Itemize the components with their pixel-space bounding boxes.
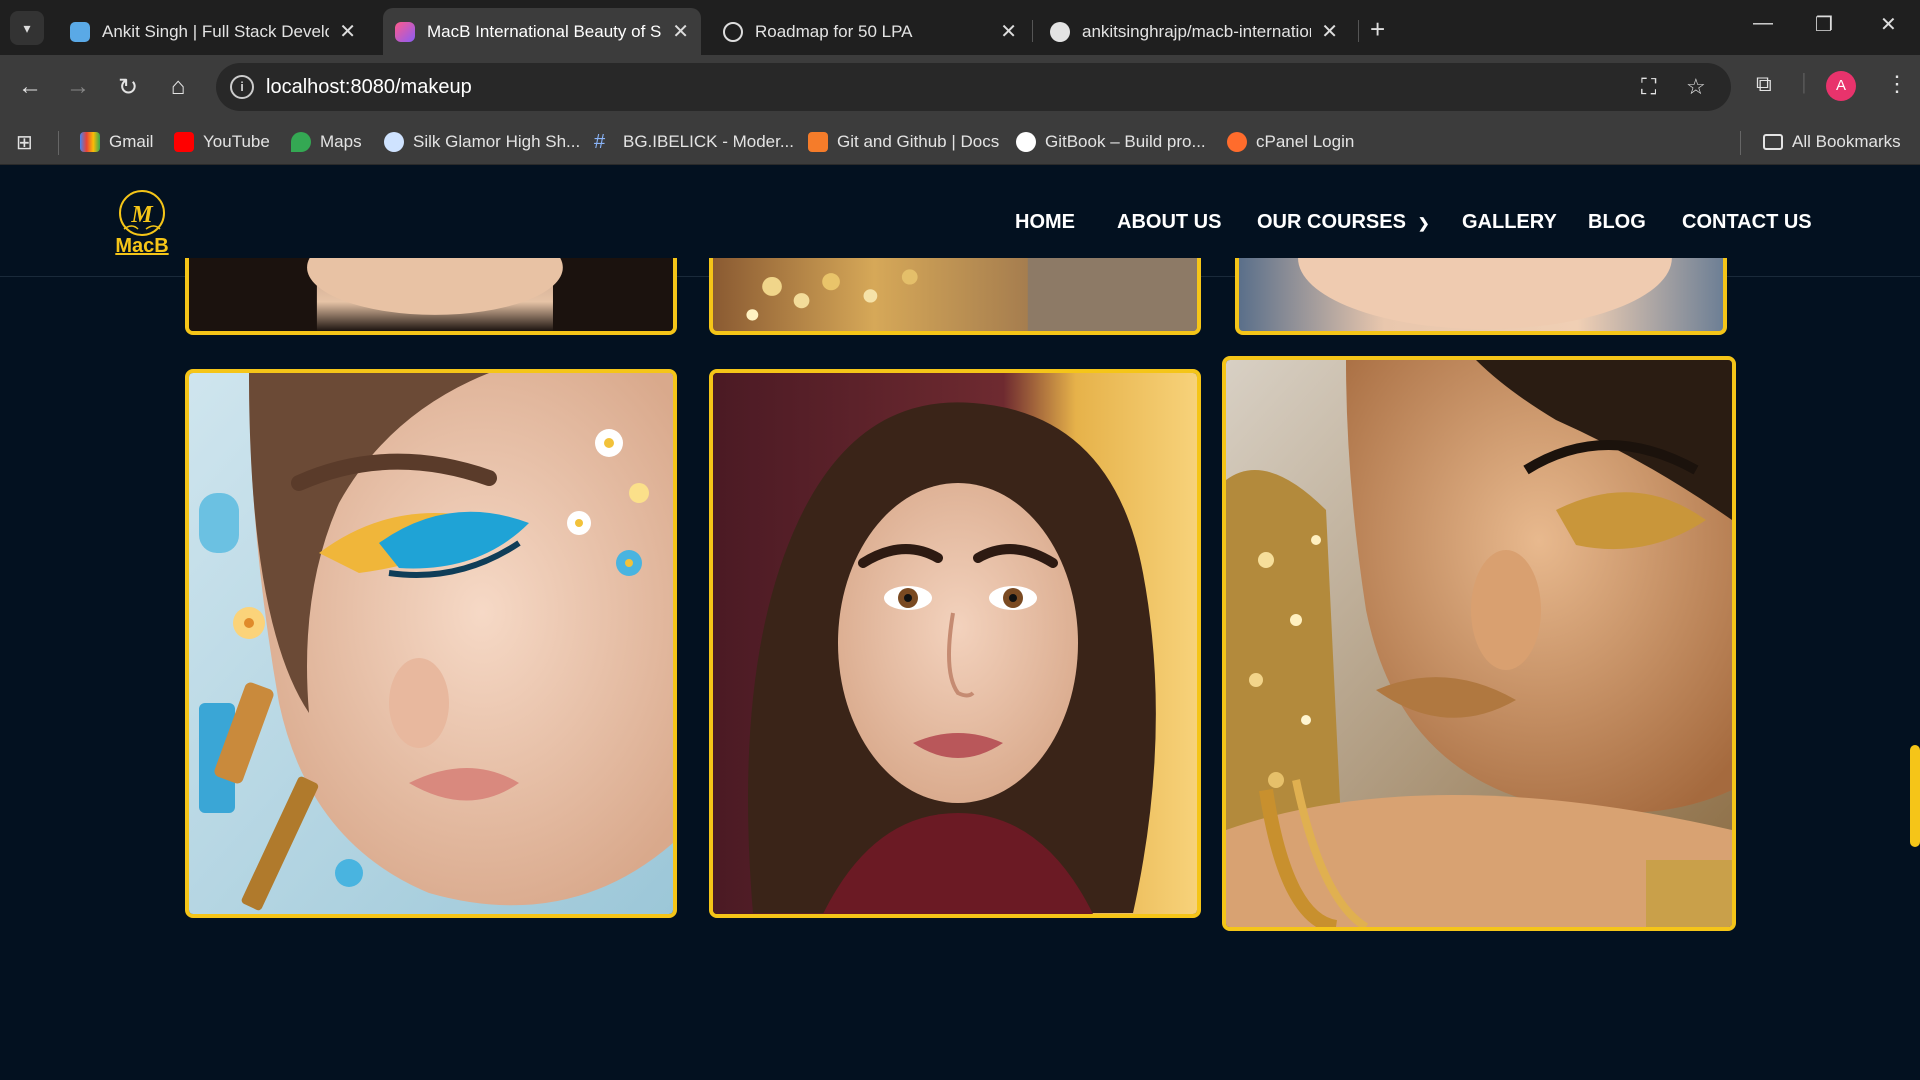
nav-about-us[interactable]: ABOUT US	[1117, 211, 1221, 234]
nav-blog[interactable]: BLOG	[1588, 211, 1646, 234]
reload-icon[interactable]: ↻	[110, 69, 146, 105]
tab-macb[interactable]: MacB International Beauty of School ✕	[383, 8, 701, 55]
close-icon[interactable]: ✕	[1000, 19, 1017, 44]
bookmark-divider	[1740, 131, 1741, 155]
maps-pin-icon	[291, 132, 311, 152]
nav-gallery[interactable]: GALLERY	[1462, 211, 1557, 234]
gallery-image[interactable]	[185, 369, 677, 918]
extensions-icon[interactable]: ⧉	[1756, 71, 1772, 97]
tab-github[interactable]: ankitsinghrajp/macb-international ✕	[1038, 8, 1350, 55]
macb-favicon-icon	[395, 21, 415, 42]
tab-title: Ankit Singh | Full Stack Developer	[102, 21, 329, 41]
scrollbar-thumb[interactable]	[1910, 745, 1920, 847]
tab-title: ankitsinghrajp/macb-international	[1082, 21, 1312, 41]
tab-search-button[interactable]: ▾	[10, 11, 44, 45]
gallery-image[interactable]	[709, 258, 1201, 335]
browser-toolbar: ← → ↻ ⌂ i localhost:8080/makeup ⛶ ☆ ⧉ | …	[0, 55, 1920, 119]
bookmark-git-github[interactable]: Git and Github | Docs	[808, 127, 999, 157]
bookmark-silk-glamor[interactable]: Silk Glamor High Sh...	[384, 127, 580, 157]
tab-portfolio[interactable]: Ankit Singh | Full Stack Developer ✕	[58, 8, 368, 55]
bookmarks-bar: ⊞ Gmail YouTube Maps Silk Glamor High Sh…	[0, 119, 1920, 165]
nav-our-courses[interactable]: OUR COURSES ❯	[1257, 211, 1430, 234]
all-bookmarks-button[interactable]: All Bookmarks	[1763, 127, 1901, 157]
nav-contact-us[interactable]: CONTACT US	[1682, 211, 1812, 234]
site-info-icon[interactable]: i	[230, 75, 254, 99]
close-icon[interactable]: ✕	[1321, 19, 1338, 44]
restore-icon[interactable]: ❐	[1815, 12, 1833, 37]
bookmark-divider	[58, 131, 59, 155]
tab-title: Roadmap for 50 LPA	[755, 21, 913, 41]
blue-eyeshadow-portrait-image	[189, 373, 673, 914]
tab-divider	[1358, 20, 1359, 42]
browser-tab-strip: ▾ Ankit Singh | Full Stack Developer ✕ M…	[0, 0, 1920, 55]
github-icon	[1050, 21, 1070, 42]
url-text[interactable]: localhost:8080/makeup	[266, 76, 472, 99]
gallery-image[interactable]	[1222, 356, 1736, 931]
gold-jewelry-image	[746, 258, 1197, 331]
brunette-portrait-image	[713, 373, 1197, 914]
portfolio-favicon-icon	[70, 21, 90, 42]
more-menu-icon[interactable]: ⋮	[1886, 71, 1908, 97]
portrait-image	[189, 258, 673, 331]
close-icon[interactable]: ✕	[339, 19, 356, 44]
home-icon[interactable]: ⌂	[160, 69, 196, 105]
gitbook-icon	[1016, 132, 1036, 152]
close-icon[interactable]: ✕	[672, 19, 689, 44]
close-window-icon[interactable]: ✕	[1880, 12, 1897, 37]
silk-glamor-icon	[384, 132, 404, 152]
address-bar[interactable]: i localhost:8080/makeup ⛶ ☆	[216, 63, 1731, 111]
folder-icon	[1763, 134, 1783, 150]
gmail-icon	[80, 132, 100, 152]
bookmark-gmail[interactable]: Gmail	[80, 127, 153, 157]
bookmark-bg-ibelick[interactable]: # BG.IBELICK - Moder...	[594, 127, 794, 157]
git-docs-icon	[808, 132, 828, 152]
avatar[interactable]: A	[1826, 71, 1856, 101]
chatgpt-icon	[723, 21, 743, 42]
youtube-icon	[174, 132, 194, 152]
back-arrow-icon[interactable]: ←	[12, 69, 48, 105]
bookmark-gitbook[interactable]: GitBook – Build pro...	[1016, 127, 1206, 157]
gold-makeup-portrait-image	[1226, 360, 1732, 927]
new-tab-button[interactable]: +	[1370, 14, 1385, 45]
svg-text:M: M	[130, 202, 154, 228]
bookmark-cpanel[interactable]: cPanel Login	[1227, 127, 1354, 157]
bookmark-youtube[interactable]: YouTube	[174, 127, 270, 157]
tab-divider	[1032, 20, 1033, 42]
tab-title: MacB International Beauty of School	[427, 21, 662, 41]
minimize-icon[interactable]: —	[1753, 12, 1773, 35]
gallery-image[interactable]	[1235, 258, 1727, 335]
forward-arrow-icon[interactable]: →	[60, 69, 96, 105]
cpanel-icon	[1227, 132, 1247, 152]
star-icon[interactable]: ☆	[1686, 74, 1706, 100]
translate-icon[interactable]: ⛶	[1641, 74, 1656, 100]
apps-grid-icon[interactable]: ⊞	[16, 127, 33, 157]
chevron-down-icon: ❯	[1417, 215, 1430, 231]
gallery-image[interactable]	[709, 369, 1201, 918]
toolbar-divider: |	[1801, 69, 1807, 94]
bookmark-maps[interactable]: Maps	[291, 127, 362, 157]
chevron-down-icon: ▾	[23, 19, 31, 36]
nav-home[interactable]: HOME	[1015, 211, 1075, 234]
tab-roadmap[interactable]: Roadmap for 50 LPA ✕	[711, 8, 1029, 55]
hash-icon: #	[594, 131, 606, 153]
gallery-image[interactable]	[185, 258, 677, 335]
logo-text[interactable]: MacB	[110, 235, 174, 258]
portrait-image	[1298, 258, 1672, 330]
